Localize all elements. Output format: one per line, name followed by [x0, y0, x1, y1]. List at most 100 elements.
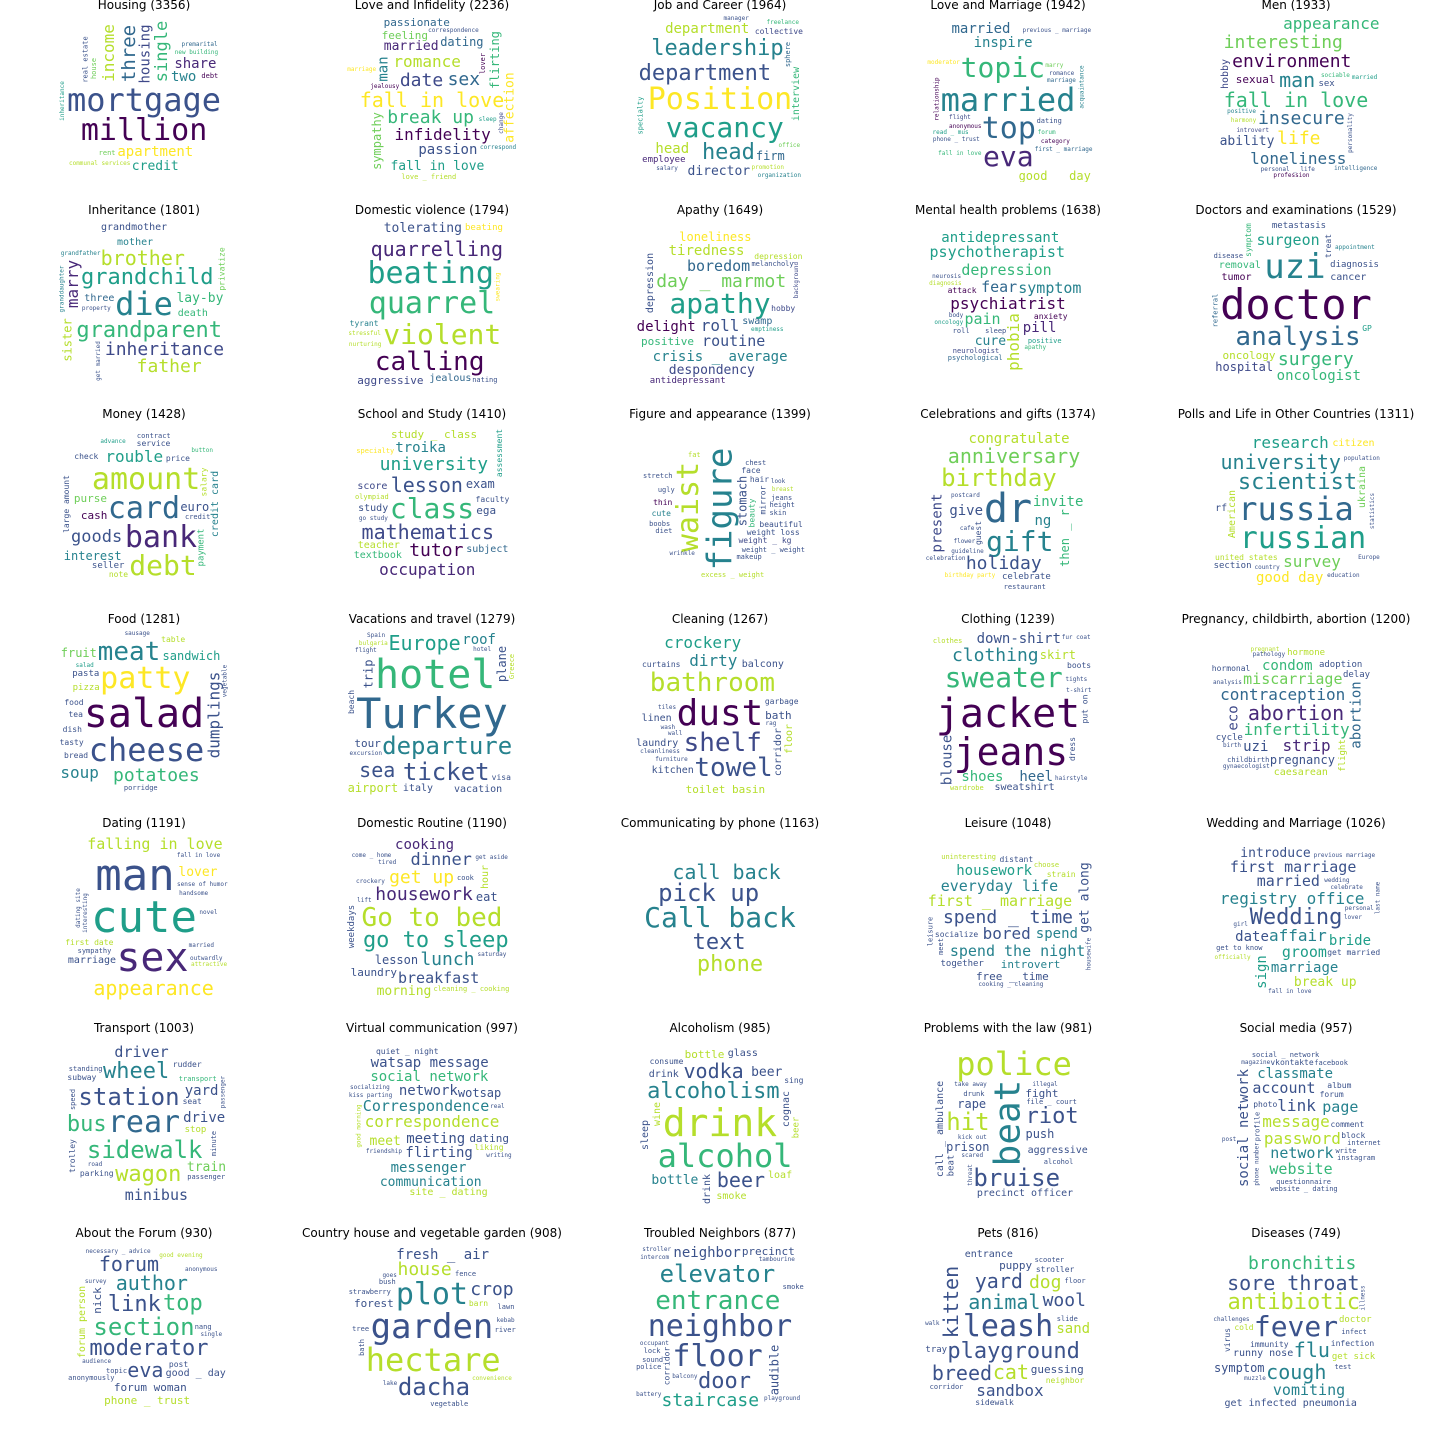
- cloud-word: organization: [757, 171, 801, 179]
- cloud-word: textbook: [353, 549, 402, 561]
- cloud-word: harmony: [1230, 116, 1257, 124]
- cloud-word: top: [163, 1290, 203, 1316]
- cloud-word: pizza: [72, 683, 100, 694]
- word-cloud: Wedding registry office affair groom married…: [1211, 834, 1382, 1000]
- cloud-word: illness: [1359, 1284, 1367, 1311]
- cloud-word: check: [74, 452, 99, 462]
- panel-title: Troubled Neighbors (877): [643, 1225, 797, 1240]
- cloud-word: swearing: [494, 272, 502, 302]
- wordcloud-panel: Food (1281) salad cheese patty meat potatoes s…: [0, 612, 288, 819]
- cloud-word: study: [358, 503, 389, 515]
- cloud-word: referral: [1211, 293, 1220, 327]
- cloud-word: network: [398, 1082, 458, 1099]
- cloud-word: barn: [468, 1299, 489, 1309]
- cloud-word: body: [948, 312, 964, 320]
- cloud-word: debt: [129, 548, 197, 582]
- cloud-word: category: [1040, 138, 1070, 146]
- cloud-word: congratulate: [968, 431, 1070, 448]
- cloud-word: date: [1235, 929, 1269, 946]
- cloud-word: airport: [347, 781, 399, 796]
- cloud-word: nating: [472, 376, 498, 385]
- cloud-word: garden: [370, 1307, 494, 1348]
- cloud-word: score: [357, 480, 388, 492]
- cloud-word: affair: [1269, 926, 1327, 946]
- cloud-word: change: [497, 111, 505, 134]
- cloud-word: author: [115, 1271, 188, 1296]
- cloud-word: salad: [75, 661, 94, 669]
- cloud-word: girl: [1233, 920, 1248, 928]
- cloud-word: beating: [464, 223, 503, 234]
- cloud-word: thin: [653, 498, 673, 508]
- word-cloud: correspondence Correspondence meeting flirt…: [347, 1039, 517, 1205]
- cloud-word: drink: [648, 1068, 679, 1080]
- cloud-word: immunity: [1250, 1340, 1289, 1350]
- wordcloud-panel: Domestic Routine (1190) Go to bed go to sl…: [288, 816, 576, 1023]
- panel-title: Clothing (1239): [961, 611, 1055, 626]
- cloud-word: previous _ marriage: [1022, 27, 1092, 35]
- cloud-word: population: [1343, 454, 1380, 462]
- cloud-word: director: [687, 163, 751, 179]
- wordcloud-panel: Troubled Neighbors (877) neighbor floor ent…: [576, 1225, 864, 1433]
- cloud-word: pasta: [72, 669, 100, 680]
- cloud-word: grandmother: [100, 222, 168, 234]
- wordcloud-panel: Men (1933) fall in love man insecure life env…: [1152, 0, 1440, 205]
- cloud-word: miscarriage: [1243, 670, 1343, 689]
- cloud-word: meet: [369, 1134, 401, 1150]
- cloud-word: research: [1251, 433, 1329, 453]
- cloud-word: test: [1334, 1362, 1352, 1371]
- cloud-word: flirting: [487, 30, 502, 89]
- cloud-word: writing: [486, 1151, 512, 1159]
- cloud-word: get up: [389, 866, 455, 888]
- cloud-word: GP: [1362, 323, 1372, 333]
- cloud-word: file _ court: [1026, 1097, 1077, 1106]
- cloud-word: affection: [503, 72, 517, 143]
- cloud-word: introvert: [1000, 957, 1061, 971]
- cloud-word: sleep: [478, 115, 497, 123]
- cloud-word: insecure: [1258, 107, 1345, 129]
- cloud-word: tiredness: [668, 242, 745, 259]
- cloud-word: beer: [790, 1117, 801, 1139]
- cloud-word: dirty: [689, 651, 738, 671]
- cloud-word: introvert: [1236, 126, 1269, 134]
- cloud-word: instagram: [1337, 1154, 1376, 1163]
- cloud-word: jealous: [429, 372, 472, 384]
- cloud-word: crockery: [355, 878, 385, 886]
- cloud-word: antidepressant: [649, 375, 726, 386]
- cloud-word: flu: [1293, 1338, 1330, 1363]
- cloud-word: father: [136, 356, 202, 378]
- cloud-word: linen: [641, 712, 672, 724]
- word-cloud: mortgage million three single income housing s…: [59, 16, 229, 182]
- cloud-word: dating: [440, 34, 484, 49]
- cloud-word: nick: [90, 1287, 104, 1314]
- cloud-word: rag: [765, 719, 777, 727]
- cloud-word: restaurant: [1003, 583, 1046, 592]
- word-cloud: psychiatrist phobia fear depression symptom p…: [923, 221, 1093, 387]
- cloud-word: dress: [1068, 736, 1078, 761]
- cloud-word: oncology: [934, 319, 964, 327]
- cloud-word: battery: [636, 1390, 662, 1398]
- cloud-word: beating: [367, 256, 494, 292]
- cloud-word: adoption: [1318, 659, 1363, 670]
- cloud-word: choose: [1033, 861, 1060, 870]
- cloud-word: romance: [1048, 69, 1075, 77]
- cloud-word: soup: [60, 762, 99, 782]
- cloud-word: diet: [655, 526, 673, 535]
- panel-title: Wedding and Marriage (1026): [1206, 816, 1386, 831]
- cloud-word: trolley: [67, 1139, 77, 1174]
- cloud-word: fever: [1253, 1310, 1339, 1344]
- cloud-word: sing: [784, 1075, 804, 1085]
- cloud-word: income: [98, 23, 118, 82]
- cloud-word: table: [161, 635, 186, 645]
- cloud-word: mathematics: [361, 519, 494, 544]
- cloud-word: food: [64, 697, 84, 707]
- cloud-word: million: [80, 112, 208, 148]
- cloud-word: furniture: [655, 756, 688, 764]
- cloud-word: Correspondence: [362, 1096, 490, 1115]
- cloud-word: flirting: [405, 1144, 473, 1161]
- cloud-word: day _ marmot: [656, 271, 787, 293]
- cloud-word: cooking _ cleaning: [978, 980, 1044, 988]
- cloud-word: communal services: [68, 159, 131, 167]
- cloud-word: bathroom: [649, 668, 776, 699]
- word-cloud: message password link network account page web…: [1211, 1039, 1381, 1205]
- cloud-word: cognac: [780, 1090, 792, 1127]
